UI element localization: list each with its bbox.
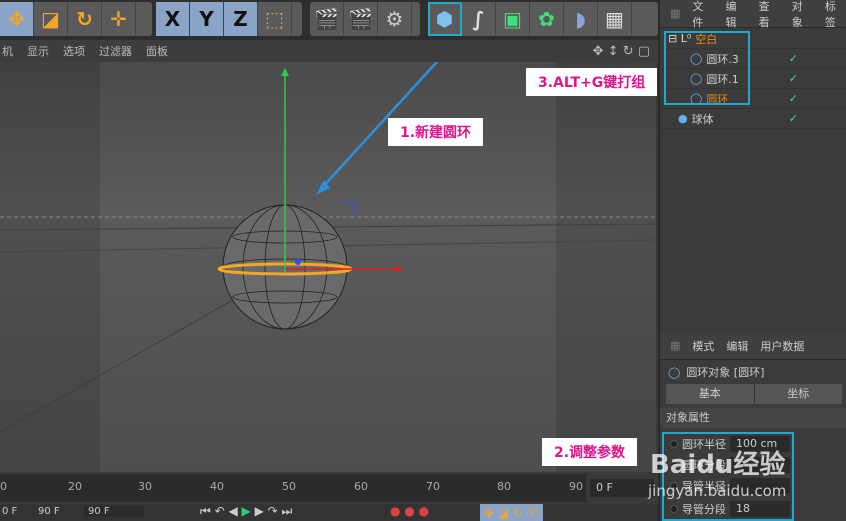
om-menu-view[interactable]: 查看 bbox=[759, 0, 780, 30]
object-list: ⊟ L⁰ 空白 ◯ 圆环.3 ✓ ◯ 圆环.1 ✓ ◯ 圆环 ✓ ● 球体 ✓ bbox=[660, 29, 846, 329]
scene-drawing bbox=[0, 62, 656, 472]
menu-options[interactable]: 选项 bbox=[63, 43, 85, 59]
torus-icon: ◯ bbox=[668, 365, 681, 379]
playback-controls[interactable]: ⏮ ↶ ◀ ▶ ▶ ↷ ⏭ bbox=[200, 504, 292, 519]
cloner-icon[interactable]: ✿ bbox=[530, 2, 564, 36]
render-picture-icon[interactable]: 🎬 bbox=[344, 2, 378, 36]
object-create-group: ⬢ ∫ ▣ ✿ ◗ ▦ bbox=[428, 2, 658, 36]
3d-viewport[interactable]: 1.新建圆环 bbox=[0, 62, 656, 472]
tick: 40 bbox=[210, 480, 224, 493]
end-frame-field[interactable]: 90 F bbox=[84, 506, 144, 517]
axis-lock-group: X Y Z ⬚ bbox=[156, 2, 302, 36]
tab-coord[interactable]: 坐标 bbox=[754, 384, 842, 404]
subdivision-icon[interactable]: ▣ bbox=[496, 2, 530, 36]
current-frame-field[interactable]: 0 F bbox=[590, 479, 654, 497]
render-group: 🎬 🎬 ⚙ bbox=[310, 2, 420, 36]
menu-filter[interactable]: 过滤器 bbox=[99, 43, 132, 59]
y-axis-lock[interactable]: Y bbox=[190, 2, 224, 36]
param-field[interactable]: 18 bbox=[730, 501, 790, 517]
am-menu-edit[interactable]: 编辑 bbox=[726, 338, 748, 354]
timeline-ruler[interactable]: 0 20 30 40 50 60 70 80 90 bbox=[0, 474, 586, 502]
deformer-icon[interactable]: ◗ bbox=[564, 2, 598, 36]
section-header: 对象属性 bbox=[660, 408, 846, 428]
tick: 70 bbox=[426, 480, 440, 493]
tick: 60 bbox=[354, 480, 368, 493]
tick: 80 bbox=[497, 480, 511, 493]
viewport-menu: 机 显示 选项 过滤器 面板 ✥ ↕ ↻ ▢ bbox=[0, 40, 658, 62]
tick: 50 bbox=[282, 480, 296, 493]
x-axis-lock[interactable]: X bbox=[156, 2, 190, 36]
callout-step2: 2.调整参数 bbox=[542, 438, 638, 466]
viewport-nav-icons[interactable]: ✥ ↕ ↻ ▢ bbox=[593, 44, 658, 59]
range-start[interactable]: 0 F bbox=[2, 506, 17, 517]
playback-bar: 0 F 90 F 90 F ⏮ ↶ ◀ ▶ ▶ ↷ ⏭ ● ● ● ✥ ◪ ↻ … bbox=[0, 504, 658, 521]
object-title: 圆环对象 [圆环] bbox=[686, 366, 765, 379]
am-menu-userdata[interactable]: 用户数据 bbox=[760, 338, 804, 354]
main-toolbar: ✥ ◪ ↻ ✛ X Y Z ⬚ 🎬 🎬 ⚙ ⬢ ∫ ▣ ✿ ◗ ▦ bbox=[0, 0, 658, 40]
am-menu-mode[interactable]: 模式 bbox=[692, 338, 714, 354]
object-name: 球体 bbox=[691, 112, 714, 126]
floor-icon[interactable]: ▦ bbox=[598, 2, 632, 36]
tick: 0 bbox=[0, 480, 7, 493]
range-end[interactable]: 90 F bbox=[38, 506, 60, 517]
watermark-brand: Baidu经验 bbox=[650, 450, 786, 480]
move-tool-icon[interactable]: ✥ bbox=[0, 2, 34, 36]
coordinate-system-icon[interactable]: ⬚ bbox=[258, 2, 292, 36]
render-view-icon[interactable]: 🎬 bbox=[310, 2, 344, 36]
om-menu-file[interactable]: 文件 bbox=[692, 0, 713, 30]
om-menu-object[interactable]: 对象 bbox=[792, 0, 813, 30]
watermark-url: jingyan.baidu.com bbox=[648, 482, 787, 500]
tick: 20 bbox=[68, 480, 82, 493]
tick: 30 bbox=[138, 480, 152, 493]
menu-panel[interactable]: 面板 bbox=[146, 43, 168, 59]
transform-tools: ✥ ◪ ↻ ✛ bbox=[0, 2, 152, 36]
menu-display[interactable]: 显示 bbox=[27, 43, 49, 59]
tick: 90 bbox=[569, 480, 583, 493]
cube-object-icon[interactable]: ⬢ bbox=[428, 2, 462, 36]
param-pipe-segments: 导管分段 18 bbox=[670, 500, 790, 518]
object-manager-menu: ▦ 文件 编辑 查看 对象 标签 bbox=[660, 0, 846, 30]
callout-step1: 1.新建圆环 bbox=[388, 118, 484, 146]
attribute-manager-menu: ▦ 模式 编辑 用户数据 bbox=[660, 332, 846, 360]
scale-tool-icon[interactable]: ◪ bbox=[34, 2, 68, 36]
render-settings-icon[interactable]: ⚙ bbox=[378, 2, 412, 36]
tab-basic[interactable]: 基本 bbox=[666, 384, 755, 404]
last-tool-icon[interactable]: ✛ bbox=[102, 2, 136, 36]
z-axis-lock[interactable]: Z bbox=[224, 2, 258, 36]
rotate-tool-icon[interactable]: ↻ bbox=[68, 2, 102, 36]
object-row-sphere[interactable]: ● 球体 ✓ bbox=[660, 109, 846, 129]
param-label: 导管分段 bbox=[682, 503, 726, 516]
om-menu-tag[interactable]: 标签 bbox=[825, 0, 846, 30]
menu-camera[interactable]: 机 bbox=[2, 43, 13, 59]
callout-step3: 3.ALT+G键打组 bbox=[526, 68, 658, 96]
right-panel: ▦ 文件 编辑 查看 对象 标签 ⊟ L⁰ 空白 ◯ 圆环.3 ✓ ◯ 圆环.1 ✓ ◯… bbox=[658, 0, 846, 521]
om-menu-edit[interactable]: 编辑 bbox=[726, 0, 747, 30]
group-highlight bbox=[664, 31, 750, 105]
spline-icon[interactable]: ∫ bbox=[462, 2, 496, 36]
keyframe-buttons[interactable]: ● ● ● bbox=[390, 504, 429, 518]
key-mode-buttons[interactable]: ✥ ◪ ↻ Ⓟ bbox=[480, 504, 543, 521]
